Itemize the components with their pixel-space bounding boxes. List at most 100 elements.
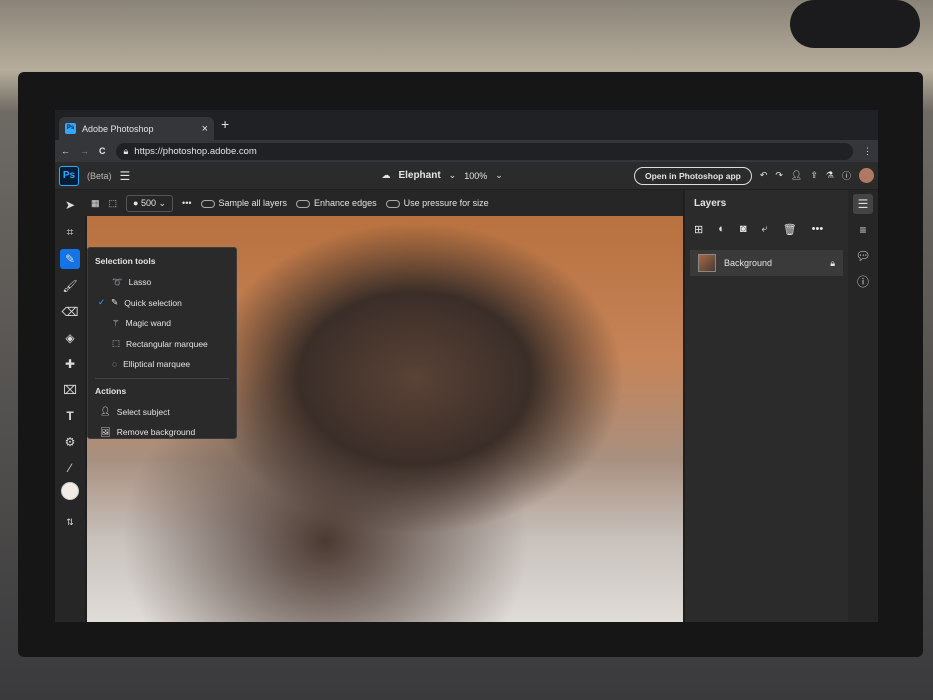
properties-icon[interactable]: ≡ (853, 220, 873, 240)
menu-item-elliptical-marquee[interactable]: ◌ Elliptical marquee (88, 354, 236, 375)
selection-tools-heading: Selection tools (95, 256, 156, 266)
place-image-icon[interactable]: ⚙ (60, 432, 80, 452)
swap-colors-icon[interactable]: ⇅ (60, 512, 80, 532)
chevron-down-icon[interactable]: ⌄ (495, 170, 503, 181)
layer-name: Background (724, 258, 773, 268)
delete-layer-icon[interactable]: 🗑︎ (783, 223, 797, 236)
menu-item-lasso[interactable]: ➰ Lasso (88, 272, 236, 293)
lasso-icon: ➰ (112, 276, 123, 287)
menu-item-select-subject[interactable]: 👤︎ Select subject (88, 402, 236, 423)
browser-tab-bar: Ps Adobe Photoshop × + (55, 110, 878, 140)
menu-item-label: Lasso (128, 277, 152, 288)
invite-user-icon[interactable]: 👤︎ (791, 170, 802, 181)
layers-panel: Layers ⊞ ◐ ◙ ⤶ 🗑︎ ••• Background 🔒︎ (685, 190, 848, 622)
select-subject-icon: 👤︎ (100, 406, 111, 417)
more-icon[interactable]: ••• (812, 223, 824, 236)
document-name[interactable]: Elephant (398, 170, 440, 181)
brush-size-value: 500 (140, 197, 156, 208)
menu-item-magic-wand[interactable]: ⚚ Magic wand (88, 313, 236, 334)
enhance-edges-label: Enhance edges (314, 198, 377, 208)
beta-label: (Beta) (87, 170, 112, 181)
undo-icon[interactable]: ↶ (760, 170, 768, 181)
browser-menu-icon[interactable]: ⋮ (863, 146, 872, 157)
zoom-level[interactable]: 100% (464, 171, 487, 181)
photoshop-logo[interactable]: Ps (59, 165, 79, 186)
layers-title: Layers (694, 198, 727, 209)
comments-icon[interactable]: 💬︎ (853, 246, 873, 266)
browser-tab[interactable]: Ps Adobe Photoshop × (59, 117, 214, 140)
address-bar-row: ← → C 🔒︎ https://photoshop.adobe.com ⋮ (55, 140, 878, 162)
subtract-selection-icon[interactable]: ⬚ (109, 198, 118, 209)
webcam (790, 0, 920, 48)
layers-toolbar: ⊞ ◐ ◙ ⤶ 🗑︎ ••• (694, 223, 823, 236)
photoshop-favicon: Ps (65, 123, 76, 134)
share-icon[interactable]: ⇪ (810, 170, 818, 181)
enhance-edges-toggle[interactable]: Enhance edges (296, 198, 377, 208)
menu-item-label: Magic wand (125, 318, 171, 329)
app-header: Ps (Beta) ☰ ☁ Elephant ⌄ 100% ⌄ Open in Ph… (55, 162, 878, 189)
move-tool-icon[interactable]: ➤ (60, 195, 80, 215)
avatar[interactable] (859, 168, 874, 183)
selection-tools-flyout: Selection tools ➰ Lasso ✓ ✎ Quick selection… (87, 247, 237, 439)
url-bar[interactable]: 🔒︎ https://photoshop.adobe.com (115, 142, 853, 160)
menu-item-label: Rectangular marquee (126, 338, 208, 349)
right-panel-strip: ☰ ≡ 💬︎ ⓘ (848, 190, 878, 622)
flask-icon[interactable]: ⚗ (826, 170, 834, 181)
tab-title: Adobe Photoshop (82, 123, 154, 134)
menu-item-rectangular-marquee[interactable]: ⬚ Rectangular marquee (88, 334, 236, 355)
back-icon[interactable]: ← (61, 146, 70, 156)
menu-item-label: Select subject (116, 406, 170, 417)
actions-heading: Actions (95, 385, 127, 396)
menu-item-label: Remove background (116, 427, 196, 438)
adjustment-layer-icon[interactable]: ◐ (718, 223, 725, 236)
cloud-icon: ☁ (381, 170, 391, 180)
menu-item-label: Elliptical marquee (123, 359, 191, 370)
url-text: https://photoshop.adobe.com (134, 145, 257, 157)
info-icon[interactable]: ⓘ (853, 272, 873, 292)
help-icon[interactable]: ⓘ (842, 169, 851, 182)
foreground-color-swatch[interactable] (61, 482, 79, 500)
lock-icon[interactable]: 🔒︎ (830, 258, 835, 269)
chevron-down-icon[interactable]: ⌄ (449, 170, 457, 181)
transform-tool-icon[interactable]: ⌗ (60, 222, 80, 242)
sample-all-layers-toggle[interactable]: Sample all layers (200, 198, 288, 208)
more-options-icon[interactable]: ••• (182, 198, 191, 208)
clip-icon[interactable]: ⤶ (762, 223, 768, 236)
eraser-tool-icon[interactable]: ⌫ (60, 302, 80, 322)
left-toolbar: ➤ ⌗ ✎ 🖌︎ ⌫ ◈ ✚ ⌧ T ⚙ ⁄ ⇅ (55, 190, 85, 622)
new-selection-icon[interactable]: ▦ (91, 198, 100, 209)
menu-divider (95, 377, 229, 379)
add-layer-icon[interactable]: ⊞ (694, 223, 703, 236)
quick-selection-tool-icon[interactable]: ✎ (60, 249, 80, 269)
layer-row-background[interactable]: Background 🔒︎ (690, 250, 843, 276)
menu-item-label: Quick selection (124, 297, 182, 308)
forward-icon[interactable]: → (80, 146, 89, 156)
rectangle-marquee-icon: ⬚ (112, 338, 121, 349)
use-pressure-label: Use pressure for size (403, 198, 489, 208)
layers-panel-icon[interactable]: ☰ (853, 194, 873, 214)
new-tab-button[interactable]: + (221, 116, 229, 132)
hamburger-menu-icon[interactable]: ☰ (120, 169, 131, 183)
monitor-screen: Ps Adobe Photoshop × + ← → C 🔒︎ https://… (55, 110, 878, 622)
use-pressure-toggle[interactable]: Use pressure for size (385, 198, 489, 208)
eyedropper-icon[interactable]: ⁄ (60, 458, 80, 478)
options-bar: ▦ ⬚ ● 500 ⌄ ••• Sample all layers Enhanc… (85, 190, 683, 216)
layer-thumbnail (698, 254, 716, 272)
menu-item-remove-background[interactable]: 🖼︎ Remove background (88, 422, 236, 443)
checkmark-icon: ✓ (98, 297, 106, 308)
sample-all-layers-label: Sample all layers (218, 198, 288, 208)
image-icon: 🖼︎ (100, 426, 111, 437)
open-in-photoshop-app-button[interactable]: Open in Photoshop app (633, 166, 752, 185)
menu-item-quick-selection[interactable]: ✓ ✎ Quick selection (88, 293, 236, 314)
type-tool-icon[interactable]: T (60, 406, 80, 426)
brush-tool-icon[interactable]: 🖌︎ (60, 276, 80, 296)
reload-icon[interactable]: C (99, 146, 106, 156)
magic-wand-icon: ⚚ (112, 317, 120, 328)
mask-icon[interactable]: ◙ (740, 223, 747, 236)
crop-tool-icon[interactable]: ⌧ (60, 380, 80, 400)
healing-tool-icon[interactable]: ✚ (60, 354, 80, 374)
paint-bucket-icon[interactable]: ◈ (60, 328, 80, 348)
redo-icon[interactable]: ↷ (775, 170, 783, 181)
brush-size-dropdown[interactable]: ● 500 ⌄ (126, 194, 174, 212)
close-tab-icon[interactable]: × (202, 123, 208, 135)
